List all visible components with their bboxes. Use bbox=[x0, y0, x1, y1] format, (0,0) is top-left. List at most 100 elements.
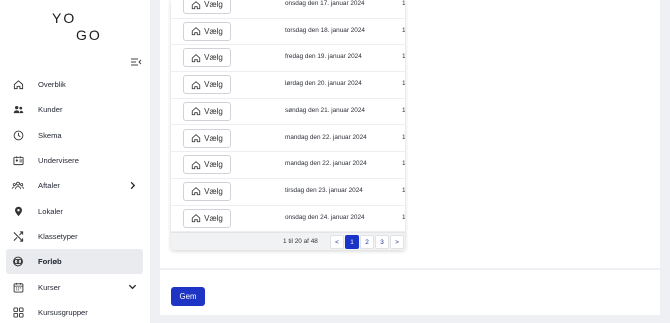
id-card-icon bbox=[12, 155, 24, 167]
table-row: Vælg mandag den 22. januar 2024 1( bbox=[171, 126, 405, 153]
sidebar-item-undervisere[interactable]: Undervisere bbox=[6, 148, 143, 173]
sidebar-item-label: Aftaler bbox=[38, 181, 60, 191]
shuffle-icon bbox=[12, 230, 24, 242]
sidebar-item-kurser[interactable]: Kurser bbox=[6, 274, 143, 299]
select-button-label: Vælg bbox=[204, 160, 223, 170]
sidebar-item-label: Kurser bbox=[38, 282, 61, 292]
row-cut-value: 1( bbox=[402, 133, 405, 141]
sidebar-item-label: Overblik bbox=[38, 80, 66, 90]
row-cut-value: 1( bbox=[402, 106, 405, 114]
select-button[interactable]: Vælg bbox=[183, 101, 231, 121]
next-page-button[interactable]: > bbox=[390, 235, 404, 249]
save-button[interactable]: Gem bbox=[171, 287, 205, 306]
logo: YO GO bbox=[52, 10, 102, 44]
row-cut-value: 1( bbox=[402, 213, 405, 221]
home-icon bbox=[191, 214, 201, 223]
clock-icon bbox=[12, 129, 24, 141]
table-row: Vælg onsdag den 24. januar 2024 1( bbox=[171, 206, 405, 233]
row-cut-value: 1( bbox=[402, 53, 405, 61]
sidebar-item-label: Skema bbox=[38, 130, 62, 140]
sidebar-item-overblik[interactable]: Overblik bbox=[6, 72, 143, 97]
sidebar-item-label: Kunder bbox=[38, 105, 63, 115]
home-icon bbox=[191, 160, 201, 169]
sidebar-item-label: Kursusgrupper bbox=[38, 307, 88, 317]
row-cut-value: 1( bbox=[402, 26, 405, 34]
home-icon bbox=[191, 27, 201, 36]
select-button[interactable]: Vælg bbox=[183, 75, 231, 95]
select-button[interactable]: Vælg bbox=[183, 21, 231, 41]
logo-line-1: YO bbox=[52, 10, 77, 26]
row-date: onsdag den 17. januar 2024 bbox=[285, 0, 365, 7]
home-icon bbox=[191, 107, 201, 116]
sidebar-item-label: Lokaler bbox=[38, 206, 63, 216]
select-button[interactable]: Vælg bbox=[183, 181, 231, 201]
home-icon bbox=[191, 134, 201, 143]
select-button-label: Vælg bbox=[204, 80, 223, 90]
table-row: Vælg fredag den 19. januar 2024 1( bbox=[171, 45, 405, 73]
table-row: Vælg søndag den 21. januar 2024 1( bbox=[171, 99, 405, 126]
sidebar-item-skema[interactable]: Skema bbox=[6, 123, 143, 148]
sidebar-item-aftaler[interactable]: Aftaler bbox=[6, 173, 143, 198]
row-date: onsdag den 24. januar 2024 bbox=[285, 213, 365, 221]
sidebar-item-kunder[interactable]: Kunder bbox=[6, 97, 143, 122]
select-button-label: Vælg bbox=[204, 0, 223, 9]
row-date: fredag den 19. januar 2024 bbox=[285, 53, 362, 61]
sidebar-item-label: Klassetyper bbox=[38, 231, 78, 241]
select-button[interactable]: Vælg bbox=[183, 128, 231, 148]
chevron-right-icon bbox=[130, 182, 136, 190]
sidebar-item-lokaler[interactable]: Lokaler bbox=[6, 198, 143, 223]
page-button-3[interactable]: 3 bbox=[375, 235, 389, 249]
logo-line-2: GO bbox=[76, 27, 102, 43]
select-button-label: Vælg bbox=[204, 186, 223, 196]
table-row: Vælg torsdag den 18. januar 2024 1( bbox=[171, 19, 405, 46]
row-date: mandag den 22. januar 2024 bbox=[285, 160, 367, 168]
calendar-icon bbox=[12, 281, 24, 293]
home-icon bbox=[191, 187, 201, 196]
row-cut-value: 1( bbox=[402, 0, 405, 7]
pagination: 1 til 20 af 48 < 1 2 3 > bbox=[171, 232, 405, 250]
select-button[interactable]: Vælg bbox=[183, 0, 231, 14]
sidebar-item-label: Forløb bbox=[38, 257, 62, 267]
footer-card bbox=[160, 270, 660, 315]
row-cut-value: 1( bbox=[402, 186, 405, 194]
page-button-1[interactable]: 1 bbox=[345, 235, 359, 249]
select-button-label: Vælg bbox=[204, 106, 223, 116]
table-row: Vælg tirsdag den 23. januar 2024 1( bbox=[171, 179, 405, 206]
select-button-label: Vælg bbox=[204, 26, 223, 36]
table-row: Vælg mandag den 22. januar 2024 1( bbox=[171, 152, 405, 179]
sidebar-nav: Overblik Kunder Skema Undervisere Aftale… bbox=[6, 72, 143, 323]
location-pin-icon bbox=[12, 205, 24, 217]
sidebar: YO GO Overblik Kunder Skema Undervisere … bbox=[0, 0, 150, 323]
sidebar-item-klassetyper[interactable]: Klassetyper bbox=[6, 224, 143, 249]
select-button-label: Vælg bbox=[204, 213, 223, 223]
row-date: torsdag den 18. januar 2024 bbox=[285, 26, 365, 34]
user-group-icon bbox=[12, 180, 24, 192]
home-icon bbox=[191, 0, 201, 9]
rings-icon bbox=[12, 256, 24, 268]
grid-icon bbox=[12, 306, 24, 318]
table-row: Vælg lørdag den 20. januar 2024 1( bbox=[171, 72, 405, 99]
home-icon bbox=[191, 80, 201, 89]
pagination-info: 1 til 20 af 48 bbox=[283, 238, 318, 245]
sidebar-item-forlob[interactable]: Forløb bbox=[6, 249, 143, 275]
row-date: tirsdag den 23. januar 2024 bbox=[285, 186, 363, 194]
users-icon bbox=[12, 104, 24, 116]
row-cut-value: 1( bbox=[402, 80, 405, 88]
dates-table: Vælg onsdag den 17. januar 2024 1( Vælg … bbox=[171, 0, 405, 250]
select-button[interactable]: Vælg bbox=[183, 48, 231, 68]
select-button-label: Vælg bbox=[204, 133, 223, 143]
row-date: lørdag den 20. januar 2024 bbox=[285, 80, 362, 88]
row-cut-value: 1( bbox=[402, 160, 405, 168]
table-row: Vælg onsdag den 17. januar 2024 1( bbox=[171, 0, 405, 19]
page-button-2[interactable]: 2 bbox=[360, 235, 374, 249]
prev-page-button[interactable]: < bbox=[330, 235, 344, 249]
sidebar-item-kursusgrupper[interactable]: Kursusgrupper bbox=[6, 300, 143, 323]
select-button[interactable]: Vælg bbox=[183, 208, 231, 228]
home-icon bbox=[191, 53, 201, 63]
select-button-label: Vælg bbox=[204, 53, 223, 63]
row-date: søndag den 21. januar 2024 bbox=[285, 106, 365, 114]
chevron-down-icon bbox=[128, 285, 137, 290]
select-button[interactable]: Vælg bbox=[183, 155, 231, 175]
collapse-sidebar-icon[interactable] bbox=[130, 56, 142, 68]
sidebar-item-label: Undervisere bbox=[38, 156, 79, 166]
